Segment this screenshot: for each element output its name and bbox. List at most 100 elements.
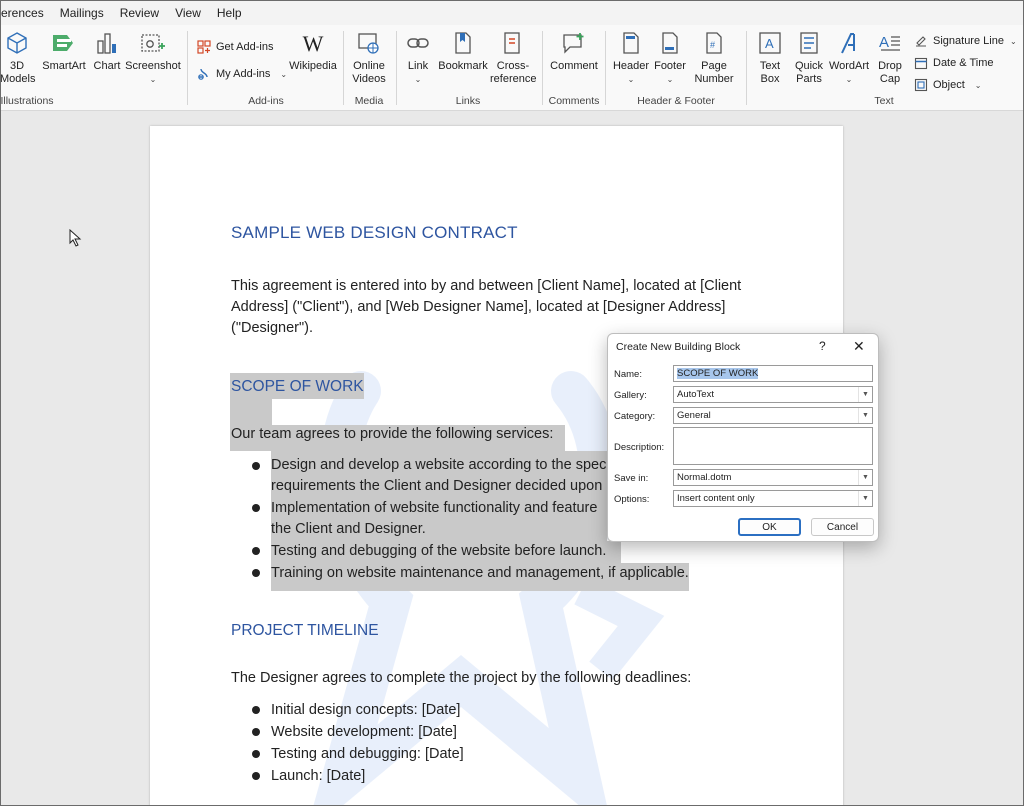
chevron-down-icon[interactable]: ▼ [858,408,872,423]
bookmark-icon [450,29,476,57]
signature-line-label: Signature Line [933,35,1004,47]
header-label: Header [612,60,650,72]
tab-view[interactable]: View [167,6,209,20]
smartart-label: SmartArt [42,60,86,72]
get-addins-label: Get Add-ins [216,41,274,53]
gallery-select-value: AutoText [677,389,714,400]
chevron-down-icon[interactable]: ▼ [858,470,872,485]
header-button[interactable]: Header ⌄ [612,29,650,86]
comment-button[interactable]: Comment [549,29,599,73]
name-field[interactable]: SCOPE OF WORK [673,365,873,382]
options-label: Options: [614,494,650,505]
tab-help[interactable]: Help [209,6,250,20]
object-button[interactable]: Object ⌄ [913,77,982,93]
close-icon[interactable]: ✕ [853,338,865,355]
chart-button[interactable]: Chart [91,29,123,73]
ribbon-tabs: erences Mailings Review View Help [1,1,1023,25]
online-videos-button[interactable]: Online Videos [350,29,388,86]
group-divider [396,31,397,105]
comments-group-label: Comments [548,95,600,107]
smartart-icon [51,29,77,57]
tab-mailings[interactable]: Mailings [52,6,112,20]
wikipedia-icon: W [302,30,324,56]
cube-icon [4,29,30,57]
tab-review[interactable]: Review [112,6,167,20]
cross-reference-label: Cross-reference [490,60,537,85]
intro-line-3: ("Designer"). [231,320,314,336]
screenshot-icon [140,29,166,57]
options-select[interactable]: Insert content only ▼ [673,490,873,507]
drop-cap-label: Drop Cap [878,60,902,85]
link-label: Link [407,60,429,72]
timeline-intro: The Designer agrees to complete the proj… [231,670,692,686]
dialog-title: Create New Building Block [616,341,741,353]
date-time-label: Date & Time [933,57,994,69]
svg-text:#: # [710,40,715,50]
save-in-select[interactable]: Normal.dotm ▼ [673,469,873,486]
date-time-button[interactable]: Date & Time [913,55,994,71]
tab-references[interactable]: erences [1,6,52,20]
calendar-icon [913,55,929,71]
screenshot-button[interactable]: Screenshot ⌄ [125,29,181,86]
description-field[interactable] [673,427,873,465]
page-number-icon: # [701,29,727,57]
intro-line-2: Address] ("Client"), and [Web Designer N… [231,299,726,315]
gallery-select[interactable]: AutoText ▼ [673,386,873,403]
ok-button[interactable]: OK [738,518,801,536]
category-select-value: General [677,410,711,421]
drop-cap-button[interactable]: A Drop Cap [873,29,907,86]
link-button[interactable]: Link ⌄ [403,29,433,86]
help-button[interactable]: ? [819,339,826,353]
scope-intro: Our team agrees to provide the following… [231,426,554,442]
my-addins-button[interactable]: My Add-ins ⌄ [196,66,287,82]
wikipedia-button[interactable]: W Wikipedia [289,29,337,73]
bullet-dot [252,547,260,555]
store-icon [196,39,212,55]
scope-bullet-3: Testing and debugging of the website bef… [271,543,607,559]
page-number-button[interactable]: # Page Number [689,29,739,86]
addin-icon [196,66,212,82]
svg-text:A: A [879,34,889,51]
bookmark-button[interactable]: Bookmark [437,29,489,73]
bullet-dot [252,728,260,736]
category-label: Category: [614,411,656,422]
scope-bullet-1-line-2: requirements the Client and Designer dec… [271,478,603,494]
svg-text:A: A [765,36,774,51]
quick-parts-label: Quick Parts [794,60,824,85]
object-label: Object [933,79,965,91]
3d-models-button[interactable]: 3D Models [0,29,37,86]
chevron-down-icon[interactable]: ▼ [858,387,872,402]
chevron-down-icon: ⌄ [974,80,982,90]
cross-reference-button[interactable]: Cross-reference [489,29,537,86]
quick-parts-button[interactable]: Quick Parts [790,29,828,86]
text-group-label: Text [874,95,894,107]
chevron-down-icon: ⌄ [845,75,853,84]
group-divider [343,31,344,105]
timeline-bullet-3: Testing and debugging: [Date] [271,746,464,762]
timeline-bullet-4: Launch: [Date] [271,768,366,784]
link-icon [405,29,431,57]
description-label: Description: [614,442,665,453]
wikipedia-label: Wikipedia [289,60,337,72]
bullet-dot [252,750,260,758]
screenshot-label: Screenshot [125,60,181,72]
document-title: SAMPLE WEB DESIGN CONTRACT [231,223,518,242]
smartart-button[interactable]: SmartArt [42,29,86,73]
cancel-button[interactable]: Cancel [811,518,874,536]
chart-label: Chart [93,60,121,72]
timeline-bullet-1: Initial design concepts: [Date] [271,702,461,718]
addins-group-label: Add-ins [248,95,284,107]
quick-parts-icon [796,29,822,57]
3d-models-label: 3D Models [0,60,36,85]
footer-button[interactable]: Footer ⌄ [651,29,689,86]
bullet-dot [252,706,260,714]
get-addins-button[interactable]: Get Add-ins [196,39,273,55]
text-box-button[interactable]: A Text Box [753,29,787,86]
word-window: erences Mailings Review View Help 3D Mod… [0,0,1024,806]
chevron-down-icon[interactable]: ▼ [858,491,872,506]
scope-heading: SCOPE OF WORK [231,378,364,395]
wordart-button[interactable]: WordArt ⌄ [829,29,869,86]
signature-line-button[interactable]: Signature Line ⌄ [913,33,1017,49]
category-select[interactable]: General ▼ [673,407,873,424]
chevron-down-icon: ⌄ [1009,36,1017,46]
